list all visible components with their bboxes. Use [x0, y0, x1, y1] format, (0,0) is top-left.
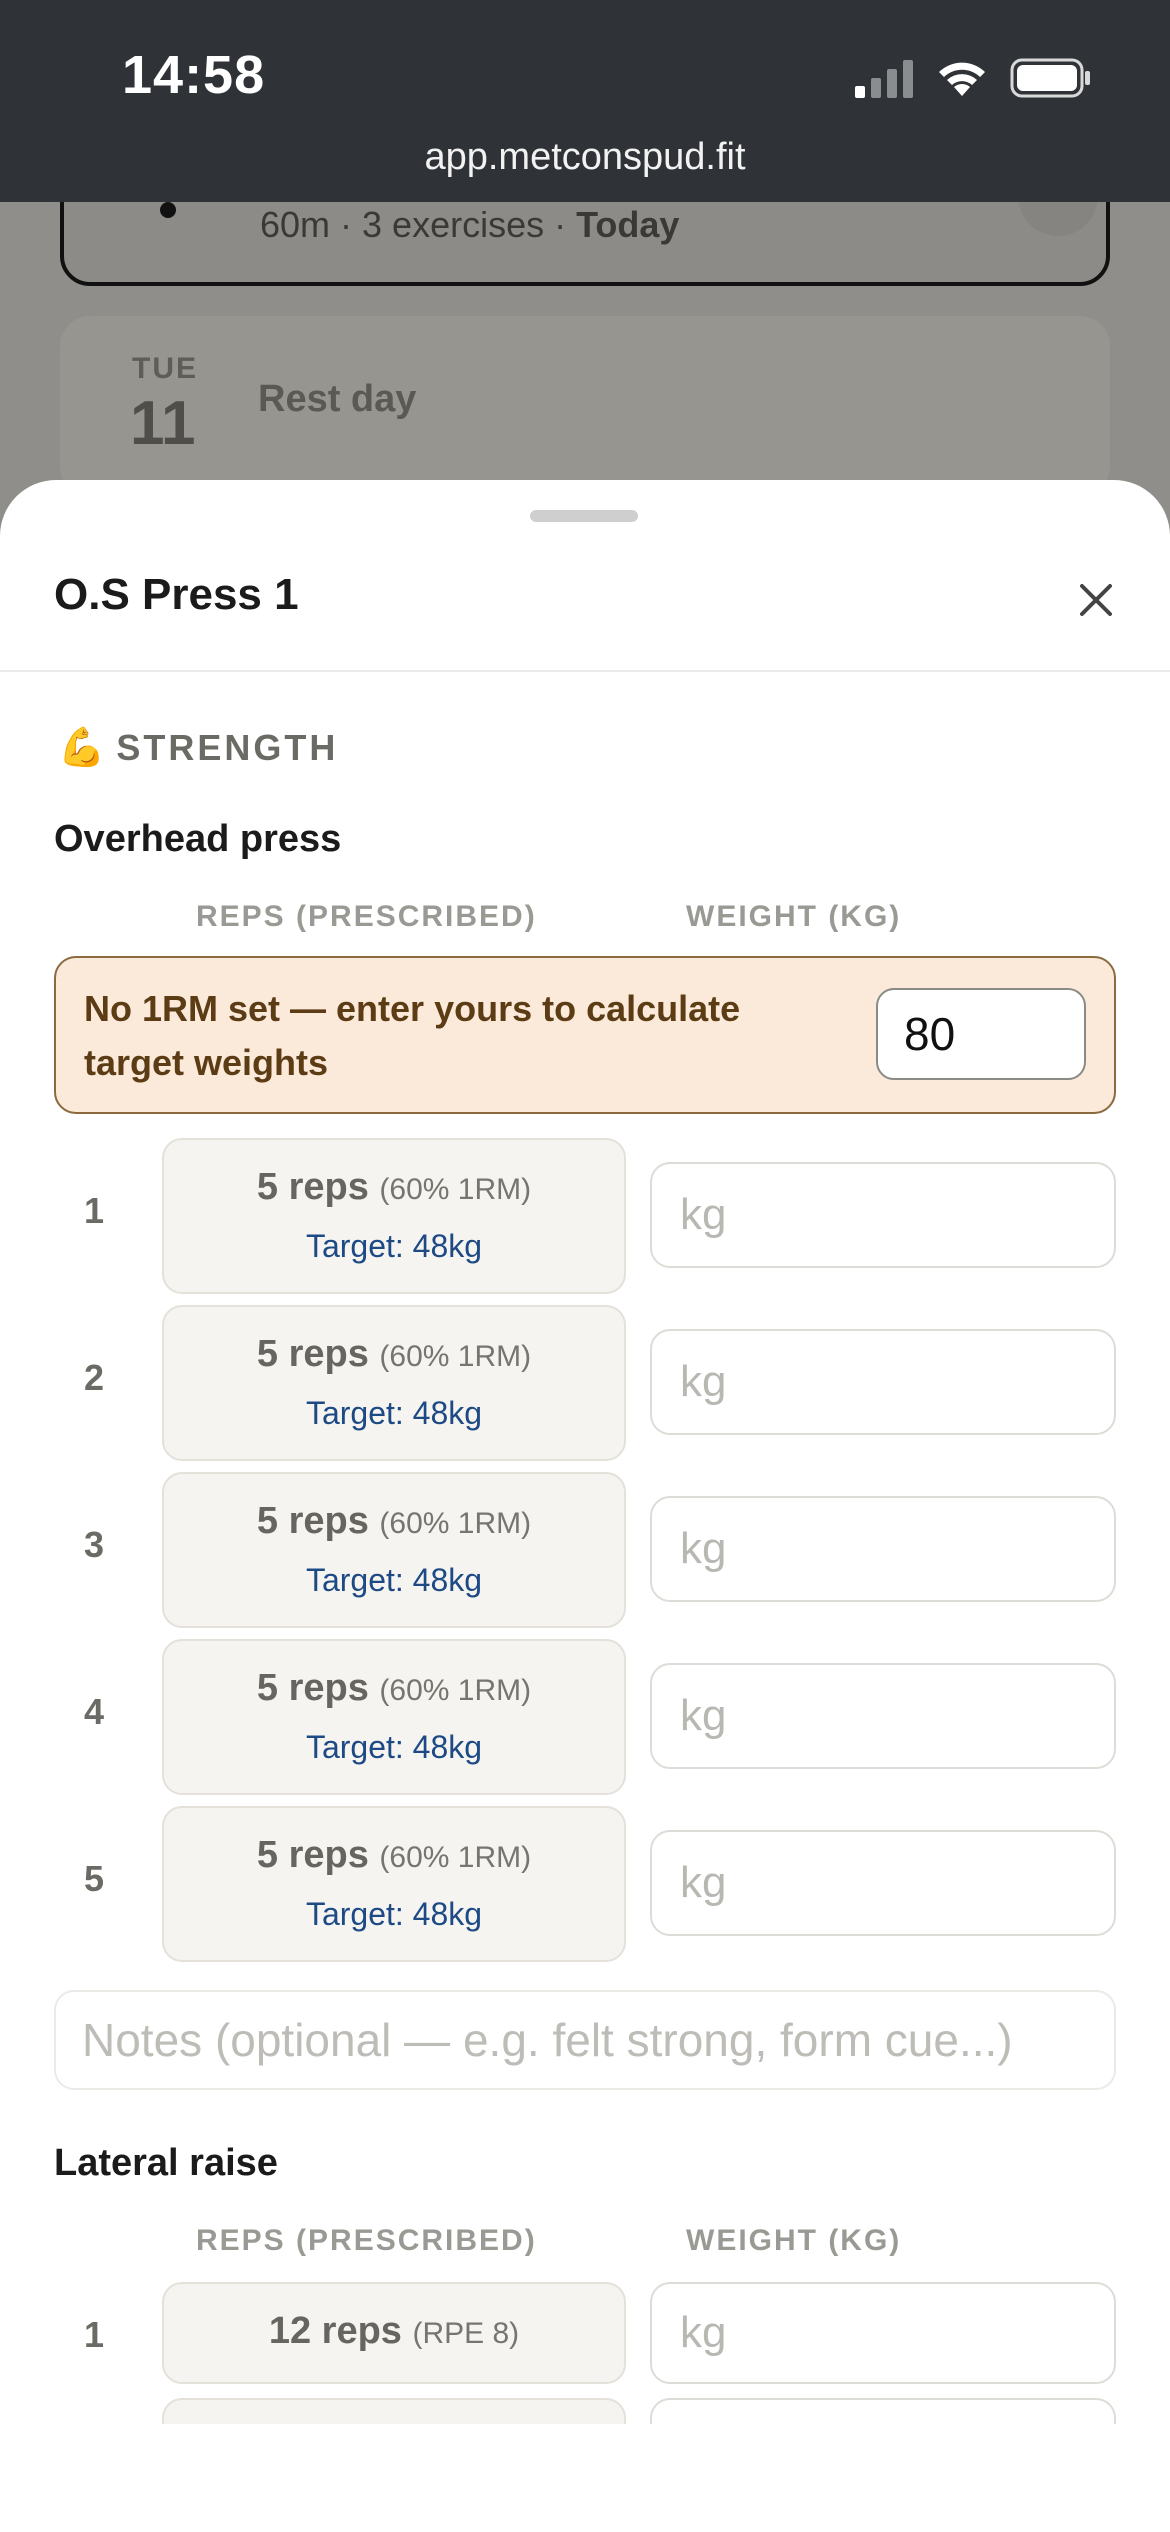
set-row: 3 5 reps (60% 1RM) Target: 48kg kg — [0, 1472, 1170, 1628]
today-day-card: 60m · 3 exercises · Today — [60, 202, 1110, 286]
battery-icon — [1010, 58, 1090, 98]
prescribed-reps: 5 reps (60% 1RM) Target: 48kg — [162, 1138, 626, 1294]
set-row: 5 5 reps (60% 1RM) Target: 48kg kg — [0, 1806, 1170, 1962]
weight-input[interactable]: kg — [650, 1329, 1116, 1435]
one-rm-notice: No 1RM set — enter yours to calculate ta… — [54, 956, 1116, 1114]
today-dot — [160, 202, 176, 218]
rest-card-daynum: 11 — [130, 389, 196, 458]
target-weight: Target: 48kg — [305, 1395, 483, 1431]
exercise-name: Overhead press — [54, 818, 342, 860]
set-number: 3 — [84, 1524, 105, 1565]
column-header-weight: WEIGHT (KG) — [686, 900, 902, 933]
weight-input[interactable]: kg — [650, 1496, 1116, 1602]
workout-log-sheet: O.S Press 1 💪 STRENGTH Overhead press REP… — [0, 480, 1170, 2532]
sheet-title: O.S Press 1 — [54, 570, 299, 619]
background-schedule: 60m · 3 exercises · Today TUE 11 Rest da… — [0, 202, 1170, 502]
prescribed-reps: 5 reps (60% 1RM) Target: 48kg — [162, 1806, 626, 1962]
today-card-meta: 60m · 3 exercises · Today — [260, 204, 680, 245]
column-header-weight: WEIGHT (KG) — [686, 2224, 902, 2257]
header-divider — [0, 670, 1170, 672]
weight-input[interactable]: kg — [650, 2282, 1116, 2384]
set-number: 1 — [84, 2314, 105, 2355]
target-weight: Target: 48kg — [305, 1228, 483, 1264]
target-weight: Target: 48kg — [305, 1896, 483, 1932]
prescribed-reps: 5 reps (60% 1RM) Target: 48kg — [162, 1639, 626, 1795]
weight-input[interactable]: kg — [650, 1162, 1116, 1268]
rest-day-card: TUE 11 Rest day — [60, 316, 1110, 496]
target-weight: Target: 48kg — [305, 1729, 483, 1765]
set-row: 1 12 reps (RPE 8) kg — [0, 2282, 1170, 2384]
rest-card-label: Rest day — [258, 378, 417, 420]
rest-card-weekday: TUE — [132, 352, 198, 385]
target-weight: Target: 48kg — [305, 1562, 483, 1598]
weight-input[interactable]: kg — [650, 1663, 1116, 1769]
prescribed-reps: 12 reps (RPE 8) — [162, 2282, 626, 2384]
set-row: 4 5 reps (60% 1RM) Target: 48kg kg — [0, 1639, 1170, 1795]
close-icon[interactable] — [1070, 574, 1122, 626]
set-number: 1 — [84, 1190, 105, 1231]
one-rm-input[interactable]: 80 — [876, 988, 1086, 1080]
set-number: 4 — [84, 1691, 105, 1732]
column-header-reps: REPS (PRESCRIBED) — [196, 900, 537, 933]
set-row: 2 5 reps (60% 1RM) Target: 48kg kg — [0, 1305, 1170, 1461]
prescribed-reps: 5 reps (60% 1RM) Target: 48kg — [162, 1305, 626, 1461]
status-time: 14:58 — [122, 45, 266, 105]
sheet-drag-handle[interactable] — [530, 510, 638, 522]
status-bar: 14:58 app.metconspud.fit — [0, 0, 1170, 202]
set-row: 1 5 reps (60% 1RM) Target: 48kg kg — [0, 1138, 1170, 1294]
cellular-signal-icon — [855, 60, 913, 98]
category-label: 💪 STRENGTH — [58, 727, 339, 769]
set-number: 2 — [84, 1357, 105, 1398]
today-card-status-circle — [1018, 202, 1098, 236]
flexed-biceps-icon: 💪 — [58, 727, 109, 769]
column-header-reps: REPS (PRESCRIBED) — [196, 2224, 537, 2257]
exercise-name: Lateral raise — [54, 2142, 278, 2184]
one-rm-notice-text: No 1RM set — enter yours to calculate ta… — [84, 988, 741, 1083]
set-number: 5 — [84, 1858, 105, 1899]
wifi-icon — [939, 62, 985, 96]
weight-input[interactable]: kg — [650, 1830, 1116, 1936]
sheet-bottom-fade — [0, 2424, 1170, 2532]
prescribed-reps: 5 reps (60% 1RM) Target: 48kg — [162, 1472, 626, 1628]
notes-input[interactable]: Notes (optional — e.g. felt strong, form… — [54, 1990, 1116, 2090]
browser-url[interactable]: app.metconspud.fit — [0, 136, 1170, 179]
